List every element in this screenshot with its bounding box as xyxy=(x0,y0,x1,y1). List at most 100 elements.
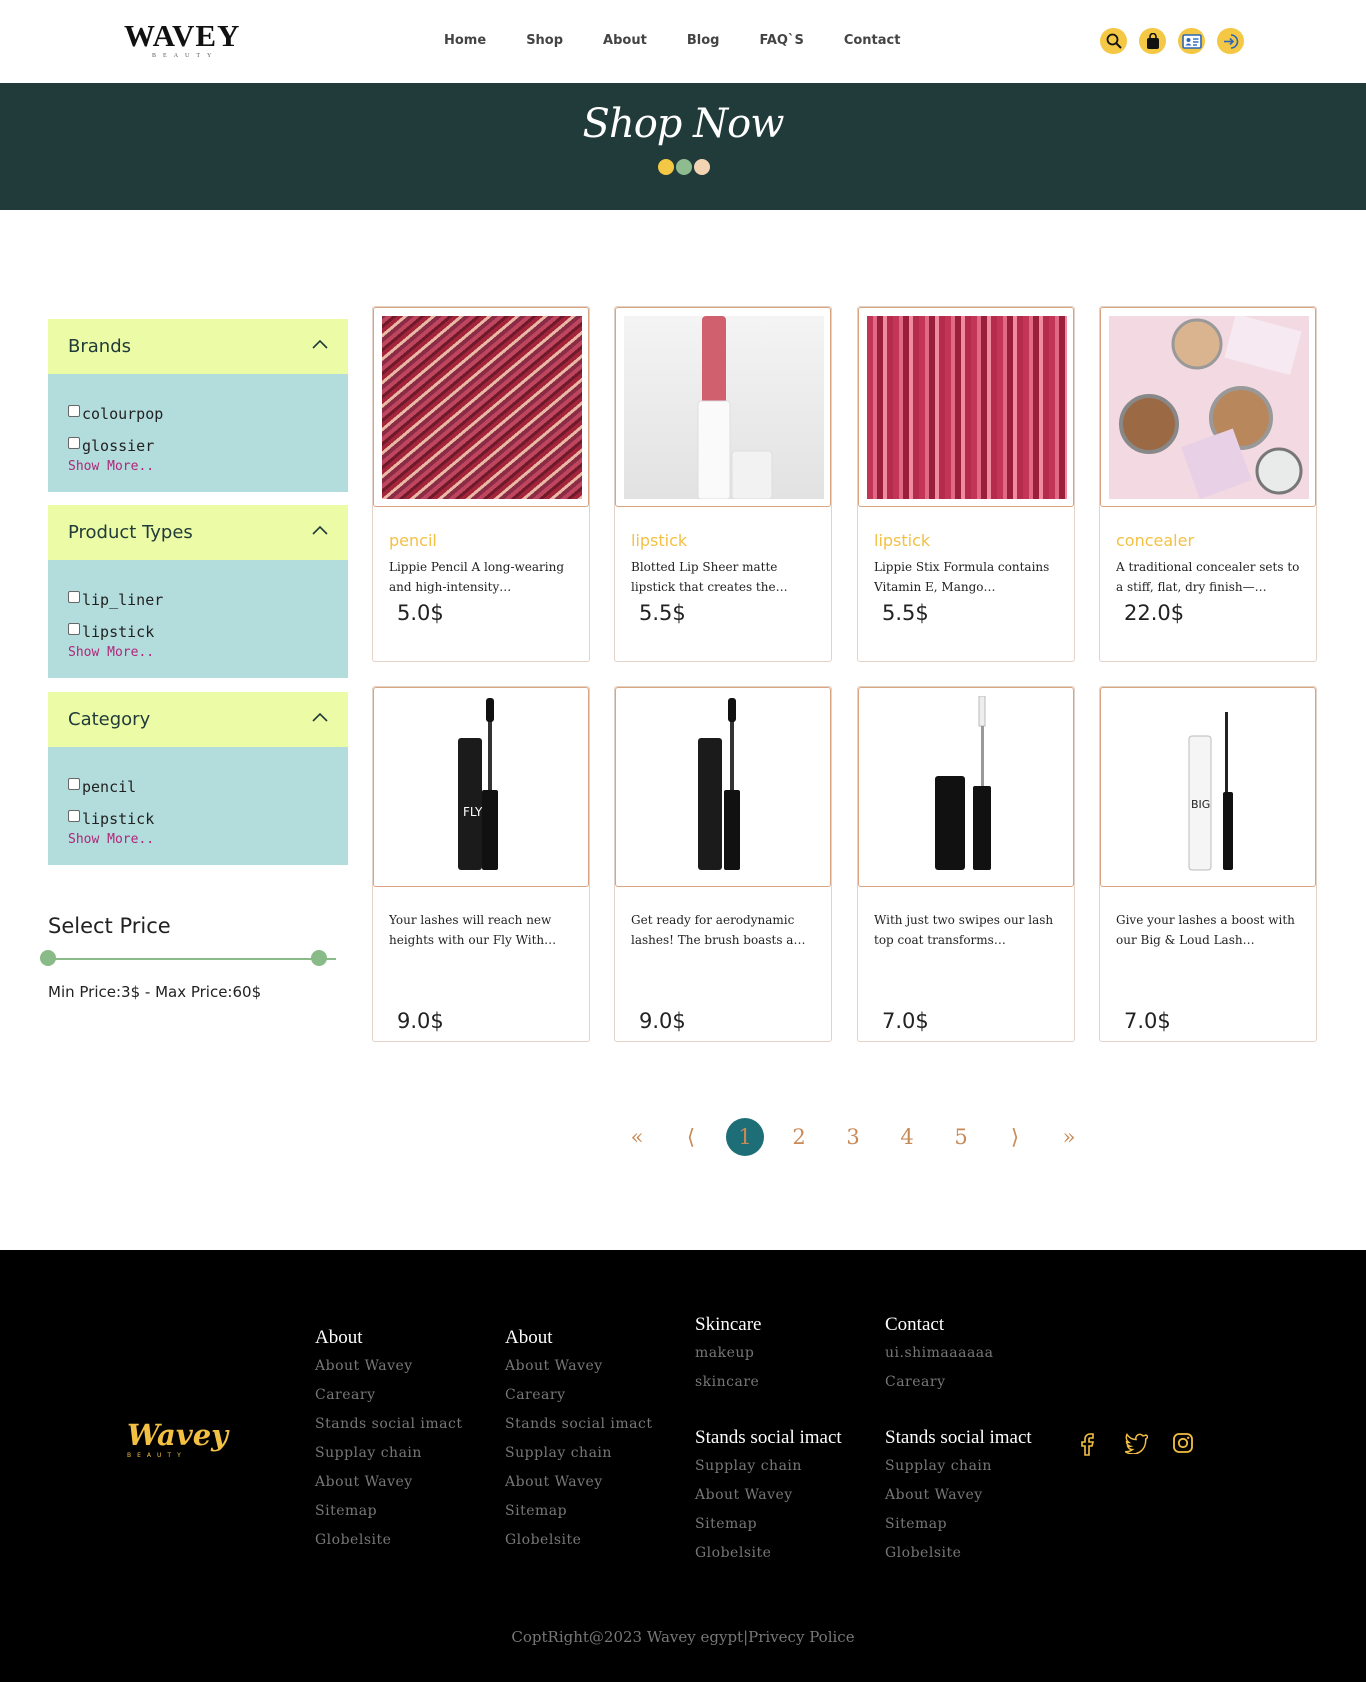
login-icon[interactable] xyxy=(1217,28,1244,54)
footer-link[interactable]: Sitemap xyxy=(695,1516,842,1545)
filter-option[interactable]: lipstick xyxy=(68,616,348,648)
nav-about[interactable]: About xyxy=(603,33,647,48)
footer-link[interactable]: Globelsite xyxy=(885,1545,1032,1574)
product-image-lipstick[interactable] xyxy=(624,316,824,499)
product-card[interactable]: With just two swipes our lash top coat t… xyxy=(857,686,1075,1042)
footer-link[interactable]: Sitemap xyxy=(505,1503,652,1532)
last-page-button[interactable]: » xyxy=(1042,1125,1096,1149)
product-description: Lippie Pencil A long-wearing and high-in… xyxy=(389,560,565,594)
product-card[interactable]: Get ready for aerodynamic lashes! The br… xyxy=(614,686,832,1042)
instagram-icon[interactable] xyxy=(1172,1432,1194,1454)
product-image-concealer[interactable] xyxy=(1109,316,1309,499)
filter-option[interactable]: lip_liner xyxy=(68,584,348,616)
footer-logo[interactable]: Wavey BEAUTY xyxy=(127,1418,228,1459)
footer-link[interactable]: Stands social imact xyxy=(505,1416,652,1445)
footer-link[interactable]: About Wavey xyxy=(885,1487,1032,1516)
shopping-bag-icon[interactable] xyxy=(1139,28,1166,54)
next-page-button[interactable]: ⟩ xyxy=(988,1125,1042,1149)
filter-option[interactable]: pencil xyxy=(68,771,348,803)
product-card[interactable]: pencil Lippie Pencil A long-wearing and … xyxy=(372,306,590,662)
show-more-link[interactable]: Show More.. xyxy=(68,832,348,847)
page-3-button[interactable]: 3 xyxy=(826,1125,880,1149)
page-4-button[interactable]: 4 xyxy=(880,1125,934,1149)
filter-option[interactable]: colourpop xyxy=(68,398,348,430)
footer-link[interactable]: About Wavey xyxy=(505,1358,652,1387)
footer-link[interactable]: ui.shimaaaaaa xyxy=(885,1345,1032,1374)
footer-link[interactable]: Globelsite xyxy=(315,1532,462,1561)
header-actions xyxy=(1100,28,1244,54)
twitter-icon[interactable] xyxy=(1124,1432,1148,1454)
search-icon[interactable] xyxy=(1100,28,1127,54)
footer-link[interactable]: Supplay chain xyxy=(695,1458,842,1487)
checkbox[interactable] xyxy=(68,778,80,790)
product-description: Give your lashes a boost with our Big & … xyxy=(1116,913,1295,947)
footer-link[interactable]: Sitemap xyxy=(315,1503,462,1532)
footer-heading: About xyxy=(505,1327,553,1348)
footer-link[interactable]: Careary xyxy=(315,1387,462,1416)
footer-link[interactable]: Supplay chain xyxy=(885,1458,1032,1487)
product-image-lash-topcoat[interactable] xyxy=(867,696,1067,879)
footer-link[interactable]: Careary xyxy=(885,1374,1032,1403)
chevron-up-icon[interactable] xyxy=(312,339,328,349)
filter-title: Brands xyxy=(68,336,131,357)
nav-home[interactable]: Home xyxy=(444,33,486,48)
product-card[interactable]: BIG Give your lashes a boost with our Bi… xyxy=(1099,686,1317,1042)
product-image-lippie-stix[interactable] xyxy=(867,316,1067,499)
footer-link[interactable]: Stands social imact xyxy=(315,1416,462,1445)
footer-link[interactable]: makeup xyxy=(695,1345,842,1374)
footer-link[interactable]: Supplay chain xyxy=(315,1445,462,1474)
filter-category-header[interactable]: Category xyxy=(48,692,348,747)
product-image-lip-pencils[interactable] xyxy=(382,316,582,499)
product-image-mascara-propel[interactable] xyxy=(624,696,824,879)
facebook-icon[interactable] xyxy=(1078,1432,1098,1456)
footer-link[interactable]: Supplay chain xyxy=(505,1445,652,1474)
show-more-link[interactable]: Show More.. xyxy=(68,459,348,474)
nav-shop[interactable]: Shop xyxy=(526,33,563,48)
checkbox[interactable] xyxy=(68,810,80,822)
chevron-up-icon[interactable] xyxy=(312,712,328,722)
product-image-frame xyxy=(858,307,1074,507)
filter-option[interactable]: lipstick xyxy=(68,803,348,835)
price-slider-max-handle[interactable] xyxy=(311,950,327,966)
footer-link[interactable]: Sitemap xyxy=(885,1516,1032,1545)
product-card[interactable]: concealer A traditional concealer sets t… xyxy=(1099,306,1317,662)
chevron-up-icon[interactable] xyxy=(312,525,328,535)
checkbox[interactable] xyxy=(68,623,80,635)
checkbox[interactable] xyxy=(68,437,80,449)
filter-brands-header[interactable]: Brands xyxy=(48,319,348,374)
footer-link[interactable]: Careary xyxy=(505,1387,652,1416)
logo[interactable]: WAVEY BEAUTY xyxy=(124,18,240,59)
nav-blog[interactable]: Blog xyxy=(687,33,720,48)
price-slider-track[interactable] xyxy=(40,950,336,966)
product-image-mascara-fly[interactable]: FLY xyxy=(382,696,582,879)
product-card[interactable]: lipstick Lippie Stix Formula contains Vi… xyxy=(857,306,1075,662)
footer-heading: Contact xyxy=(885,1314,945,1335)
show-more-link[interactable]: Show More.. xyxy=(68,645,348,660)
product-image-frame xyxy=(858,687,1074,887)
checkbox[interactable] xyxy=(68,405,80,417)
product-image-mascara-big-loud[interactable]: BIG xyxy=(1109,696,1309,879)
footer-link[interactable]: About Wavey xyxy=(315,1358,462,1387)
filter-product-types: Product Types lip_liner lipstick Show Mo… xyxy=(48,505,348,678)
checkbox[interactable] xyxy=(68,591,80,603)
nav-faq[interactable]: FAQ`S xyxy=(759,33,803,48)
footer-link[interactable]: About Wavey xyxy=(695,1487,842,1516)
prev-page-button[interactable]: ⟨ xyxy=(664,1125,718,1149)
footer-link[interactable]: Globelsite xyxy=(505,1532,652,1561)
filter-option[interactable]: glossier xyxy=(68,430,348,462)
page-5-button[interactable]: 5 xyxy=(934,1125,988,1149)
footer-link[interactable]: Globelsite xyxy=(695,1545,842,1574)
nav-contact[interactable]: Contact xyxy=(844,33,901,48)
page-1-button[interactable]: 1 xyxy=(726,1118,764,1156)
footer-heading: Stands social imact xyxy=(695,1427,842,1448)
profile-card-icon[interactable] xyxy=(1178,28,1205,54)
footer-link[interactable]: About Wavey xyxy=(505,1474,652,1503)
filter-product-types-header[interactable]: Product Types xyxy=(48,505,348,560)
price-slider-min-handle[interactable] xyxy=(40,950,56,966)
product-card[interactable]: lipstick Blotted Lip Sheer matte lipstic… xyxy=(614,306,832,662)
product-card[interactable]: FLY Your lashes will reach new heights w… xyxy=(372,686,590,1042)
footer-link[interactable]: About Wavey xyxy=(315,1474,462,1503)
first-page-button[interactable]: « xyxy=(610,1125,664,1149)
footer-link[interactable]: skincare xyxy=(695,1374,842,1403)
page-2-button[interactable]: 2 xyxy=(772,1125,826,1149)
